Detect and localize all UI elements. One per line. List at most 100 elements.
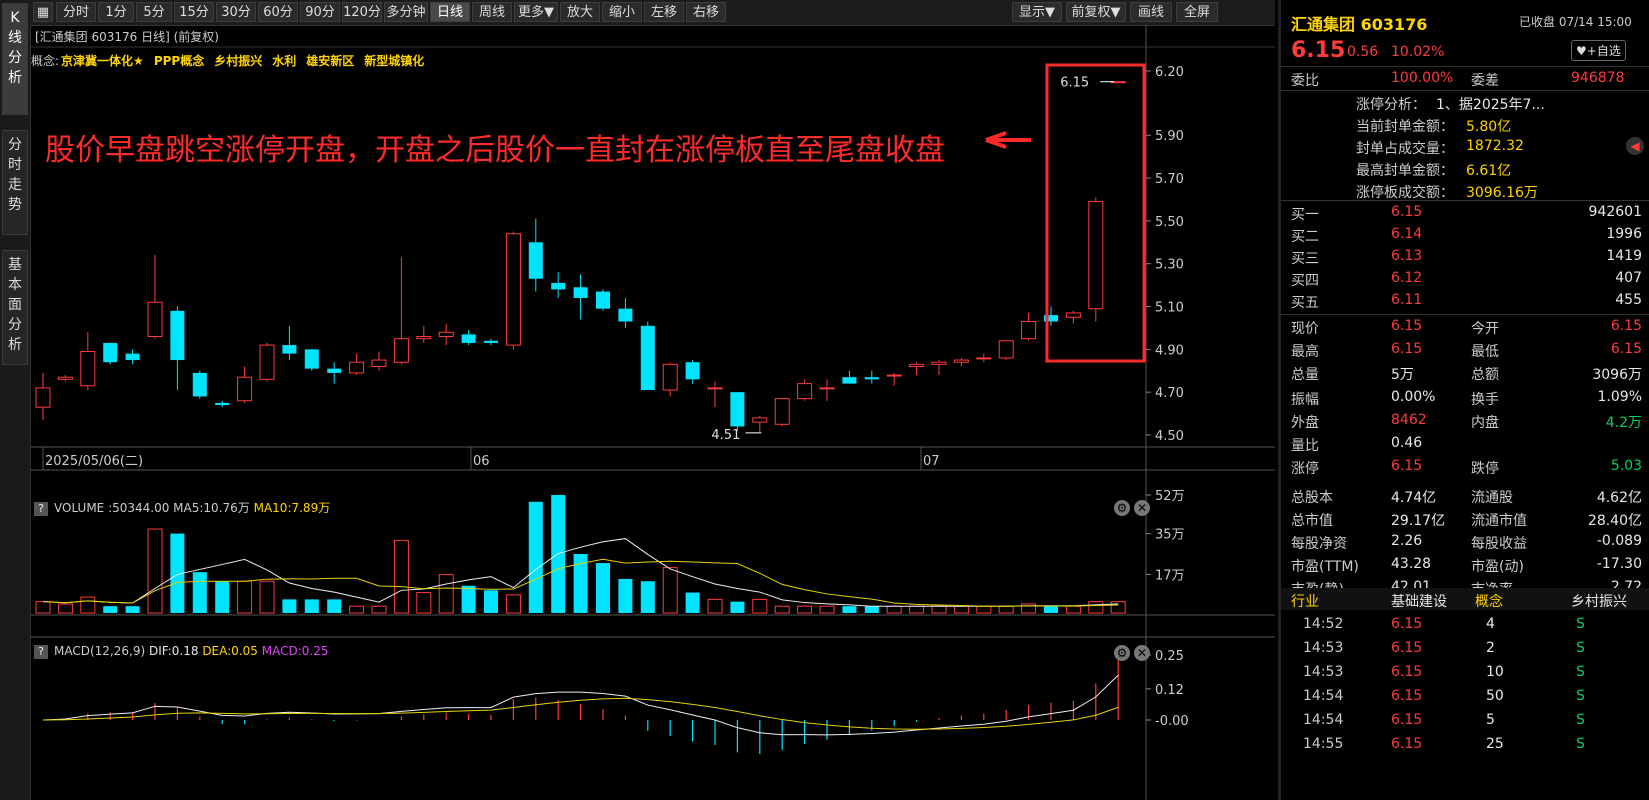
weibi-value: 100.00% <box>1391 70 1454 86</box>
period-button[interactable]: 缩小 <box>602 2 642 22</box>
candle-body <box>371 359 387 367</box>
stat-label: 流通股 <box>1471 490 1513 506</box>
volume-settings-icon[interactable]: ⚙ <box>1114 500 1130 516</box>
macd-value: MACD:0.25 <box>261 644 329 658</box>
period-button[interactable]: 放大 <box>560 2 600 22</box>
candle-body <box>662 363 678 391</box>
period-button[interactable]: 60分 <box>258 2 298 22</box>
period-button[interactable]: 周线 <box>472 2 512 22</box>
period-toolbar: ▦ 分时 1分 5分 15分 30分 60分 90分 120分 多分钟 日线 周线 更多▼ 放大 缩小 左移… <box>30 0 1275 26</box>
concept-tag[interactable]: 新型城镇化 <box>364 54 424 68</box>
candle-body <box>461 334 476 343</box>
stat-label: 量比 <box>1291 438 1319 454</box>
volume-bar <box>1065 605 1081 614</box>
candle-body <box>438 331 454 338</box>
tab-kline-analysis[interactable]: K线分析 <box>2 3 28 115</box>
macd-settings-icon[interactable]: ⚙ <box>1114 645 1130 661</box>
concept-tag[interactable]: 乡村振兴 <box>214 54 262 68</box>
menu-icon[interactable]: ▦ <box>33 2 53 22</box>
candle-body <box>103 342 118 363</box>
candle-body <box>393 338 409 363</box>
volume-bar <box>931 605 947 614</box>
tick-price: 6.15 <box>1391 664 1423 680</box>
toolbar-option-button[interactable]: 全屏 <box>1176 2 1218 22</box>
period-button[interactable]: 左移 <box>644 2 684 22</box>
volume-close-icon[interactable]: ✕ <box>1134 500 1150 516</box>
stat-label: 流通市值 <box>1471 513 1527 529</box>
period-button[interactable]: 更多▼ <box>514 2 558 22</box>
industry-value[interactable]: 基础建设 <box>1391 591 1447 611</box>
candle-body <box>730 392 745 427</box>
macd-close-icon[interactable]: ✕ <box>1134 645 1150 661</box>
candle-body <box>685 362 700 380</box>
min-price-label: 4.51 <box>711 428 740 443</box>
toolbar-option-button[interactable]: 显示▼ <box>1012 2 1062 22</box>
limit-info-value: 1、据2025年7... <box>1436 97 1545 113</box>
volume-ma10: MA10:7.89万 <box>253 501 331 515</box>
stat-label: 今开 <box>1471 321 1499 337</box>
volume-header: ? VOLUME :50344.00 MA5:10.76万 MA10:7.89万 <box>34 499 330 517</box>
market-status: 已收盘 07/14 15:00 <box>1519 15 1632 29</box>
tick-side: S <box>1576 664 1585 680</box>
stat-value: 1.09% <box>1597 389 1642 405</box>
tick-side: S <box>1576 640 1585 656</box>
volume-bar <box>349 605 365 614</box>
price-tick-label: 5.50 <box>1155 215 1184 230</box>
tab-fundamentals[interactable]: 基本面分析 <box>2 250 28 365</box>
concept-tag[interactable]: 京津冀一体化★ <box>61 54 144 68</box>
add-watchlist-button[interactable]: ♥+自选 <box>1571 40 1626 61</box>
tick-price: 6.15 <box>1391 616 1423 632</box>
toolbar-option-button[interactable]: 画线 <box>1130 2 1172 22</box>
collapse-arrow-icon[interactable]: ◀ <box>1626 137 1644 155</box>
stat-label: 每股净资 <box>1291 536 1347 552</box>
volume-bar <box>976 605 992 614</box>
price-tick-label: 5.90 <box>1155 129 1184 144</box>
candle-body <box>528 242 543 279</box>
period-button[interactable]: 分时 <box>56 2 96 22</box>
period-button[interactable]: 1分 <box>98 2 134 22</box>
period-button[interactable]: 120分 <box>342 2 382 22</box>
period-button[interactable]: 多分钟 <box>384 2 428 22</box>
tick-price: 6.15 <box>1391 688 1423 704</box>
macd-tick-label: 0.25 <box>1155 649 1184 664</box>
help-icon[interactable]: ? <box>34 645 48 659</box>
limit-info-value: 5.80亿 <box>1466 119 1512 135</box>
concepts-label: 概念: <box>31 54 60 68</box>
period-button[interactable]: 15分 <box>174 2 214 22</box>
candle-body <box>551 282 566 290</box>
tick-time: 14:53 <box>1303 640 1344 656</box>
period-button[interactable]: 右移 <box>686 2 726 22</box>
tick-side: S <box>1576 616 1585 632</box>
concept-tags: 概念: 京津冀一体化★ PPP概念 乡村振兴 水利 雄安新区 新型城镇化 <box>31 52 434 69</box>
stat-value: 0.46 <box>1391 435 1423 451</box>
volume-bar <box>618 578 633 613</box>
bid-price: 6.11 <box>1391 292 1423 308</box>
stat-label: 总股本 <box>1291 490 1333 506</box>
period-button[interactable]: 90分 <box>300 2 340 22</box>
max-price-label: 6.15 <box>1060 76 1089 91</box>
period-button[interactable]: 日线 <box>430 2 470 22</box>
candle-body <box>147 301 163 338</box>
toolbar-option-button[interactable]: 前复权▼ <box>1066 2 1126 22</box>
bid-label: 买一 <box>1291 207 1319 223</box>
volume-bar <box>304 599 319 613</box>
volume-bar <box>528 501 543 613</box>
stat-label: 总量 <box>1291 367 1319 383</box>
help-icon[interactable]: ? <box>34 502 48 516</box>
chart-title: [汇通集团 603176 日线] (前复权) <box>35 30 219 44</box>
period-button[interactable]: 30分 <box>216 2 256 22</box>
tab-intraday[interactable]: 分时走势 <box>2 130 28 235</box>
candle-body <box>304 349 319 369</box>
concept-tag[interactable]: PPP概念 <box>154 54 204 68</box>
candle-body <box>596 291 610 309</box>
concept-tag[interactable]: 水利 <box>272 54 296 68</box>
concept-value[interactable]: 乡村振兴 <box>1571 591 1627 611</box>
limit-info-label: 涨停分析： <box>1356 97 1426 113</box>
volume-bar <box>192 572 207 613</box>
period-button[interactable]: 5分 <box>136 2 172 22</box>
concept-tag[interactable]: 雄安新区 <box>306 54 354 68</box>
tick-side: S <box>1576 712 1585 728</box>
volume-bar <box>103 606 118 613</box>
weicha-label: 委差 <box>1471 73 1499 89</box>
stock-name: 汇通集团 603176 <box>1291 15 1428 34</box>
